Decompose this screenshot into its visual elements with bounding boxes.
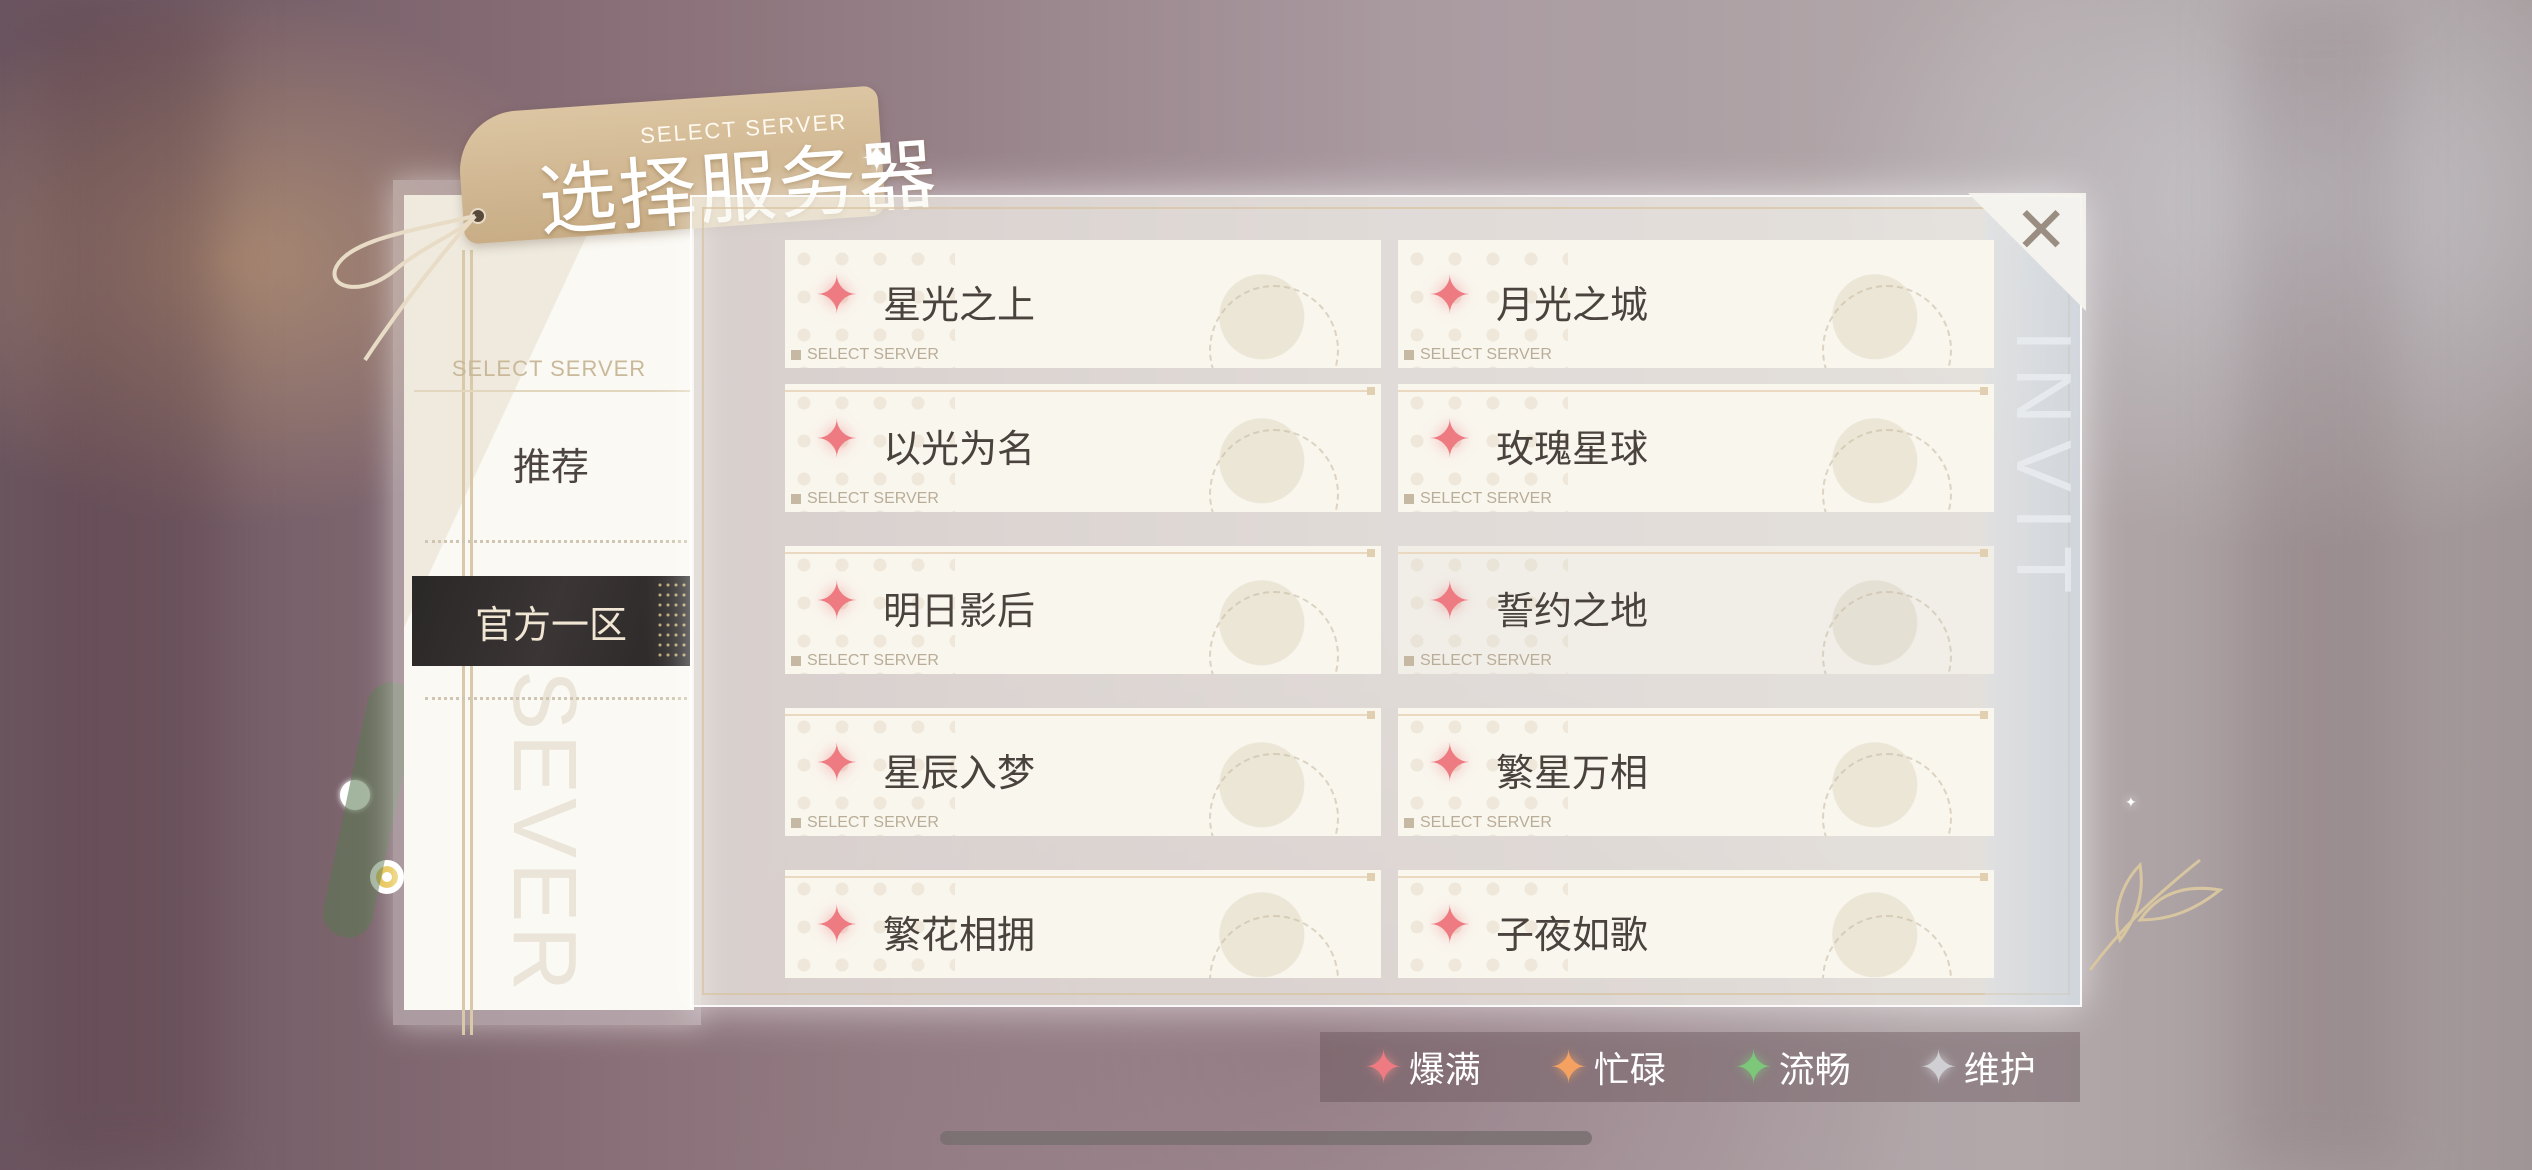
sidebar-item-label: 官方一区 [474, 602, 627, 647]
status-full-icon: ✦ [815, 896, 859, 956]
server-card-caption: SELECT SERVER [1404, 346, 1552, 364]
star-icon: ✦ [1919, 1040, 1958, 1094]
server-card-caption: SELECT SERVER [1404, 814, 1552, 832]
legend-item-full: ✦ 爆满 [1364, 1041, 1481, 1093]
status-full-icon: ✦ [1428, 734, 1472, 794]
status-full-icon: ✦ [815, 572, 859, 632]
legend-item-smooth: ✦ 流畅 [1734, 1041, 1851, 1093]
background-blur [40, 0, 220, 1170]
star-icon: ✦ [1549, 1040, 1588, 1094]
server-name: 月光之城 [1496, 283, 1649, 327]
star-icon: ✦ [1734, 1040, 1773, 1094]
server-name: 繁花相拥 [883, 913, 1036, 957]
status-full-icon: ✦ [815, 410, 859, 470]
status-full-icon: ✦ [815, 734, 859, 794]
legend-label: 爆满 [1408, 1050, 1481, 1091]
server-card[interactable]: ✦ 子夜如歌 [1398, 870, 1994, 978]
legend-item-maintenance: ✦ 维护 [1919, 1041, 2036, 1093]
background-blur [2240, 0, 2400, 1170]
server-name: 星光之上 [883, 283, 1036, 327]
server-card-caption: SELECT SERVER [791, 814, 939, 832]
legend-label: 忙碌 [1593, 1050, 1666, 1091]
sidebar-item-recommended[interactable]: 推荐 [412, 418, 690, 508]
server-card[interactable]: ✦ 星辰入梦 SELECT SERVER [785, 708, 1381, 836]
server-card[interactable]: ✦ 誓约之地 SELECT SERVER [1398, 546, 1994, 674]
star-icon: ✦ [1364, 1040, 1403, 1094]
leaf-decoration [2088, 858, 2224, 971]
status-legend: ✦ 爆满 ✦ 忙碌 ✦ 流畅 ✦ 维护 [1320, 1032, 2080, 1102]
divider [414, 390, 692, 392]
legend-label: 维护 [1963, 1050, 2036, 1091]
status-full-icon: ✦ [1428, 266, 1472, 326]
server-card-caption: SELECT SERVER [1404, 490, 1552, 508]
server-card[interactable]: ✦ 繁花相拥 [785, 870, 1381, 978]
server-card[interactable]: ✦ 以光为名 SELECT SERVER [785, 384, 1381, 512]
divider [425, 540, 687, 543]
legend-label: 流畅 [1778, 1050, 1851, 1091]
sparkle-icon: ✦ [860, 136, 894, 182]
vertical-watermark: SEVER [494, 670, 594, 996]
server-card[interactable]: ✦ 玫瑰星球 SELECT SERVER [1398, 384, 1994, 512]
sidebar-item-label: 推荐 [512, 444, 589, 489]
ribbon-bow [332, 214, 477, 362]
status-full-icon: ✦ [815, 266, 859, 326]
server-card[interactable]: ✦ 月光之城 SELECT SERVER [1398, 240, 1994, 368]
status-full-icon: ✦ [1428, 896, 1472, 956]
server-name: 以光为名 [883, 427, 1036, 471]
home-indicator[interactable] [940, 1131, 1592, 1145]
server-card-caption: SELECT SERVER [1404, 652, 1552, 670]
server-card-caption: SELECT SERVER [791, 490, 939, 508]
server-card[interactable]: ✦ 明日影后 SELECT SERVER [785, 546, 1381, 674]
server-card-caption: SELECT SERVER [791, 346, 939, 364]
status-full-icon: ✦ [1428, 410, 1472, 470]
server-card-caption: SELECT SERVER [791, 652, 939, 670]
server-name: 子夜如歌 [1496, 913, 1649, 957]
close-icon: ✕ [2014, 194, 2068, 268]
sparkle-icon: ✦ [2125, 795, 2137, 811]
vertical-watermark: INVIT [2000, 330, 2088, 610]
status-full-icon: ✦ [1428, 572, 1472, 632]
divider [425, 697, 687, 700]
server-name: 誓约之地 [1496, 589, 1649, 633]
server-name: 繁星万相 [1496, 751, 1649, 795]
server-card[interactable]: ✦ 繁星万相 SELECT SERVER [1398, 708, 1994, 836]
server-name: 玫瑰星球 [1496, 427, 1649, 471]
server-name: 星辰入梦 [883, 751, 1036, 795]
server-card[interactable]: ✦ 星光之上 SELECT SERVER [785, 240, 1381, 368]
sidebar-item-official-zone-1[interactable]: 官方一区 [412, 576, 690, 666]
legend-item-busy: ✦ 忙碌 [1549, 1041, 1666, 1093]
server-name: 明日影后 [883, 589, 1036, 633]
